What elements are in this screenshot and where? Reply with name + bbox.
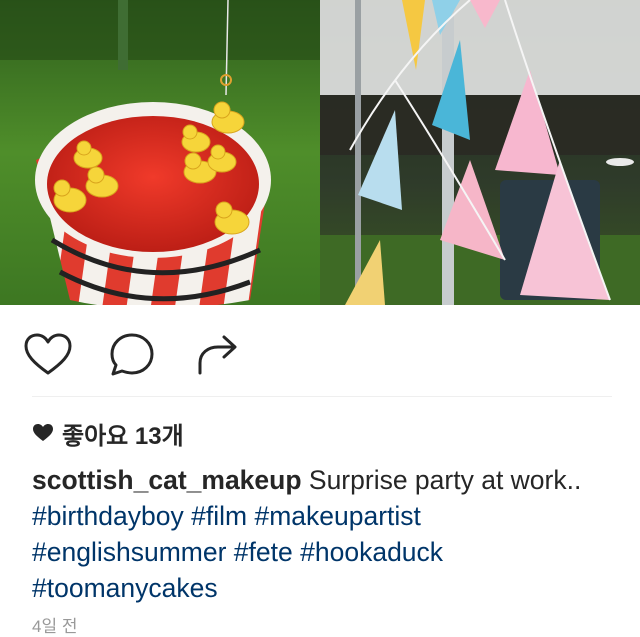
post-caption: scottish_cat_makeup Surprise party at wo… bbox=[32, 462, 602, 606]
caption-text: Surprise party at work.. bbox=[301, 465, 582, 495]
post-actions-bar bbox=[0, 305, 640, 395]
hashtag[interactable]: #englishsummer bbox=[32, 537, 226, 567]
hashtag[interactable]: #makeupartist bbox=[254, 501, 420, 531]
hashtag[interactable]: #fete bbox=[234, 537, 293, 567]
hashtag[interactable]: #toomanycakes bbox=[32, 573, 218, 603]
heart-outline-icon bbox=[24, 333, 72, 375]
comment-bubble-icon bbox=[110, 333, 154, 376]
post-photo[interactable] bbox=[0, 0, 640, 305]
share-arrow-icon bbox=[198, 335, 237, 375]
divider bbox=[32, 396, 612, 397]
post-timestamp: 4일 전 bbox=[32, 617, 78, 636]
likes-label: 좋아요 13개 bbox=[62, 422, 184, 450]
heart-filled-icon bbox=[33, 424, 53, 441]
hashtag[interactable]: #birthdayboy bbox=[32, 501, 184, 531]
like-button[interactable] bbox=[22, 329, 74, 381]
comment-button[interactable] bbox=[106, 329, 158, 381]
hashtag[interactable]: #film bbox=[191, 501, 247, 531]
caption-username[interactable]: scottish_cat_makeup bbox=[32, 465, 302, 495]
hashtag[interactable]: #hookaduck bbox=[300, 537, 443, 567]
share-button[interactable] bbox=[190, 329, 242, 381]
likes-count[interactable]: 좋아요 13개 bbox=[32, 418, 184, 450]
